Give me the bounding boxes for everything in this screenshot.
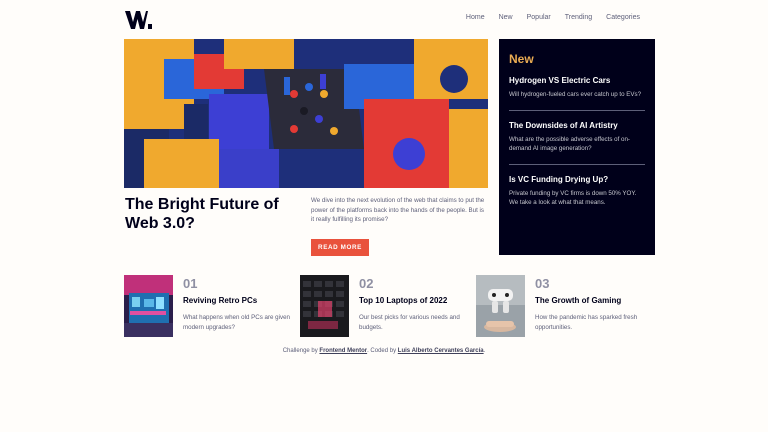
footer-prefix: Challenge by	[282, 348, 318, 354]
card-gaming: 03 The Growth of Gaming How the pandemic…	[476, 275, 646, 338]
nav-item-popular[interactable]: Popular	[527, 14, 551, 21]
nav-item-trending[interactable]: Trending	[565, 14, 592, 21]
hero-title: The Bright Future of Web 3.0?	[125, 196, 279, 232]
card-body: 01 Reviving Retro PCs What happens when …	[183, 275, 293, 338]
footer-link-author[interactable]: Luis Alberto Cervantes García	[398, 348, 484, 354]
nav-item-categories[interactable]: Categories	[606, 14, 640, 21]
new-item-description: Private funding by VC firms is down 50% …	[509, 189, 637, 207]
card-thumbnail	[124, 275, 173, 337]
footer: Challenge by Frontend Mentor. Coded by L…	[0, 348, 768, 354]
card-description: Our best picks for various needs and bud…	[359, 314, 460, 331]
card-description: What happens when old PCs are given mode…	[183, 314, 290, 331]
card-thumbnail	[476, 275, 525, 337]
nav-item-new[interactable]: New	[499, 14, 513, 21]
card-title[interactable]: Top 10 Laptops of 2022	[359, 296, 469, 305]
card-thumbnail	[300, 275, 349, 337]
read-more-button[interactable]: READ MORE	[311, 239, 369, 256]
new-item: Hydrogen VS Electric Cars Will hydrogen-…	[509, 76, 645, 111]
hero-description: We dive into the next evolution of the w…	[311, 197, 485, 224]
new-item: The Downsides of AI Artistry What are th…	[509, 121, 645, 165]
card-body: 02 Top 10 Laptops of 2022 Our best picks…	[359, 275, 469, 338]
card-number: 01	[183, 276, 198, 291]
new-item-description: What are the possible adverse effects of…	[509, 135, 630, 153]
new-item: Is VC Funding Drying Up? Private funding…	[509, 175, 645, 218]
card-description: How the pandemic has sparked fresh oppor…	[535, 314, 638, 331]
card-title[interactable]: The Growth of Gaming	[535, 296, 645, 305]
card-number: 02	[359, 276, 374, 291]
brand-logo[interactable]	[125, 11, 152, 29]
footer-middle: . Coded by	[367, 348, 397, 354]
new-panel: New Hydrogen VS Electric Cars Will hydro…	[499, 39, 655, 255]
card-retro-pcs: 01 Reviving Retro PCs What happens when …	[124, 275, 294, 338]
main-nav: Home New Popular Trending Categories	[466, 14, 640, 21]
footer-link-frontend-mentor[interactable]: Frontend Mentor	[319, 348, 367, 354]
new-item-title[interactable]: The Downsides of AI Artistry	[509, 121, 645, 130]
new-item-description: Will hydrogen-fueled cars ever catch up …	[509, 91, 642, 98]
new-heading: New	[509, 52, 534, 66]
card-number: 03	[535, 276, 550, 291]
footer-suffix: .	[483, 348, 486, 354]
new-item-title[interactable]: Is VC Funding Drying Up?	[509, 175, 645, 184]
hero-image	[124, 39, 488, 188]
card-title[interactable]: Reviving Retro PCs	[183, 296, 293, 305]
card-laptops: 02 Top 10 Laptops of 2022 Our best picks…	[300, 275, 470, 338]
new-item-title[interactable]: Hydrogen VS Electric Cars	[509, 76, 645, 85]
card-body: 03 The Growth of Gaming How the pandemic…	[535, 275, 645, 338]
nav-item-home[interactable]: Home	[466, 14, 485, 21]
